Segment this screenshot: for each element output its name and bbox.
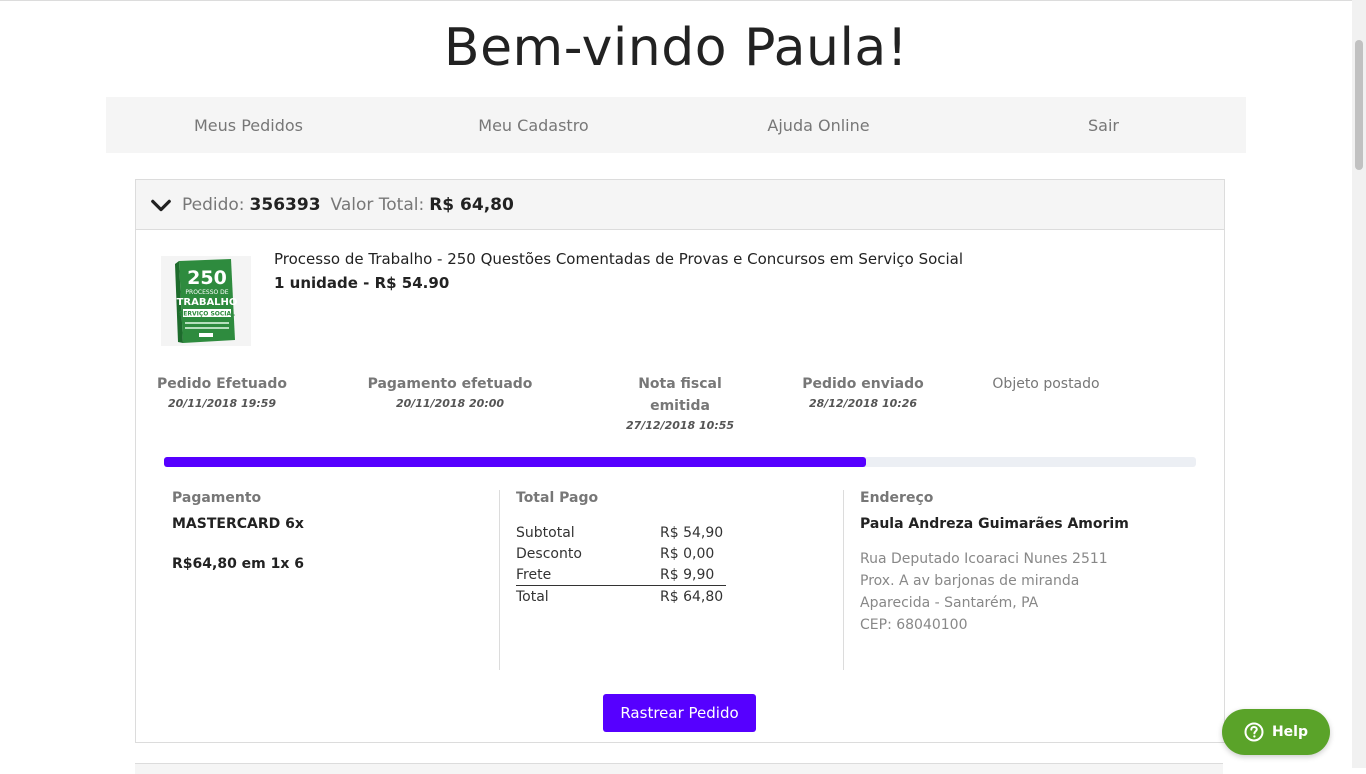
step-pedido-efetuado: Pedido Efetuado 20/11/2018 19:59 bbox=[138, 373, 306, 410]
cover-text-3: SERVIÇO SOCIAL bbox=[179, 311, 235, 318]
address-title: Endereço bbox=[860, 490, 934, 506]
totals-row-total: Total R$ 64,80 bbox=[516, 588, 724, 605]
totals-title: Total Pago bbox=[516, 490, 599, 506]
address-line: Prox. A av barjonas de miranda bbox=[860, 573, 1080, 589]
nav-meu-cadastro[interactable]: Meu Cadastro bbox=[391, 97, 676, 153]
step-title: Pedido Efetuado bbox=[157, 376, 287, 392]
step-pedido-enviado: Pedido enviado 28/12/2018 10:26 bbox=[776, 373, 950, 410]
address-line: Aparecida - Santarém, PA bbox=[860, 595, 1039, 611]
nav-meus-pedidos[interactable]: Meus Pedidos bbox=[106, 97, 391, 153]
order-total-value: R$ 64,80 bbox=[429, 194, 514, 215]
payment-method: MASTERCARD 6x bbox=[172, 516, 304, 532]
step-title: Objeto postado bbox=[992, 376, 1100, 392]
help-label: Help bbox=[1271, 724, 1309, 740]
nav-sair[interactable]: Sair bbox=[961, 97, 1246, 153]
help-button[interactable]: Help bbox=[1222, 709, 1330, 755]
step-date: 28/12/2018 10:26 bbox=[808, 397, 918, 410]
address-line: Rua Deputado Icoaraci Nunes 2511 bbox=[860, 551, 1108, 567]
payment-installments: R$64,80 em 1x 6 bbox=[172, 556, 305, 572]
totals-table: Subtotal R$ 54,90 Desconto R$ 0,00 Frete R$… bbox=[516, 522, 726, 607]
payment-section: Pagamento MASTERCARD 6x R$64,80 em 1x 6 bbox=[172, 490, 492, 572]
totals-section: Total Pago Subtotal R$ 54,90 Desconto R$ 0… bbox=[516, 490, 836, 607]
cover-number: 250 bbox=[187, 267, 227, 289]
address-name: Paula Andreza Guimarães Amorim bbox=[860, 516, 1129, 532]
order-number: 356393 bbox=[249, 194, 321, 215]
cover-text-2: TRABALHO bbox=[177, 297, 238, 308]
address-section: Endereço Paula Andreza Guimarães Amorim … bbox=[860, 490, 1210, 636]
product-image: 250 PROCESSO DE TRABALHO SERVIÇO SOCIAL bbox=[161, 256, 251, 346]
chevron-down-icon[interactable] bbox=[150, 194, 172, 216]
step-objeto-postado: Objeto postado bbox=[966, 373, 1126, 397]
main-nav: Meus Pedidos Meu Cadastro Ajuda Online S… bbox=[106, 97, 1246, 153]
order-label: Pedido: bbox=[182, 194, 245, 215]
nav-ajuda-online[interactable]: Ajuda Online bbox=[676, 97, 961, 153]
scrollbar-thumb[interactable] bbox=[1355, 40, 1363, 170]
product-quantity: 1 unidade - R$ 54.90 bbox=[274, 274, 450, 292]
order-header[interactable]: Pedido: 356393 Valor Total: R$ 64,80 bbox=[136, 180, 1224, 230]
totals-row-subtotal: Subtotal R$ 54,90 bbox=[516, 524, 724, 541]
step-title: Pagamento efetuado bbox=[367, 376, 533, 392]
step-nota-fiscal: Nota fiscal emitida 27/12/2018 10:55 bbox=[620, 373, 740, 432]
step-title: Nota fiscal emitida bbox=[638, 376, 722, 414]
address-line: CEP: 68040100 bbox=[860, 617, 968, 633]
divider bbox=[843, 490, 844, 670]
question-icon bbox=[1244, 722, 1264, 742]
order-card: Pedido: 356393 Valor Total: R$ 64,80 250… bbox=[135, 179, 1225, 743]
next-order-card[interactable] bbox=[135, 763, 1223, 774]
top-border bbox=[0, 0, 1352, 1]
step-pagamento-efetuado: Pagamento efetuado 20/11/2018 20:00 bbox=[350, 373, 550, 410]
step-date: 27/12/2018 10:55 bbox=[625, 419, 735, 432]
cover-text-1: PROCESSO DE bbox=[185, 289, 228, 296]
page-title: Bem-vindo Paula! bbox=[443, 18, 909, 78]
track-order-button[interactable]: Rastrear Pedido bbox=[603, 694, 756, 732]
payment-title: Pagamento bbox=[172, 490, 262, 506]
step-date: 20/11/2018 19:59 bbox=[167, 397, 277, 410]
order-total-label: Valor Total: bbox=[330, 194, 425, 215]
progress-bar-fill bbox=[164, 457, 866, 467]
totals-row-desconto: Desconto R$ 0,00 bbox=[516, 545, 715, 562]
progress-bar bbox=[164, 457, 1196, 467]
product-title: Processo de Trabalho - 250 Questões Come… bbox=[274, 250, 964, 268]
step-date: 20/11/2018 20:00 bbox=[395, 397, 505, 410]
scrollbar[interactable] bbox=[1352, 0, 1366, 768]
totals-row-frete: Frete R$ 9,90 bbox=[516, 564, 726, 586]
divider bbox=[499, 490, 500, 670]
step-title: Pedido enviado bbox=[802, 376, 924, 392]
